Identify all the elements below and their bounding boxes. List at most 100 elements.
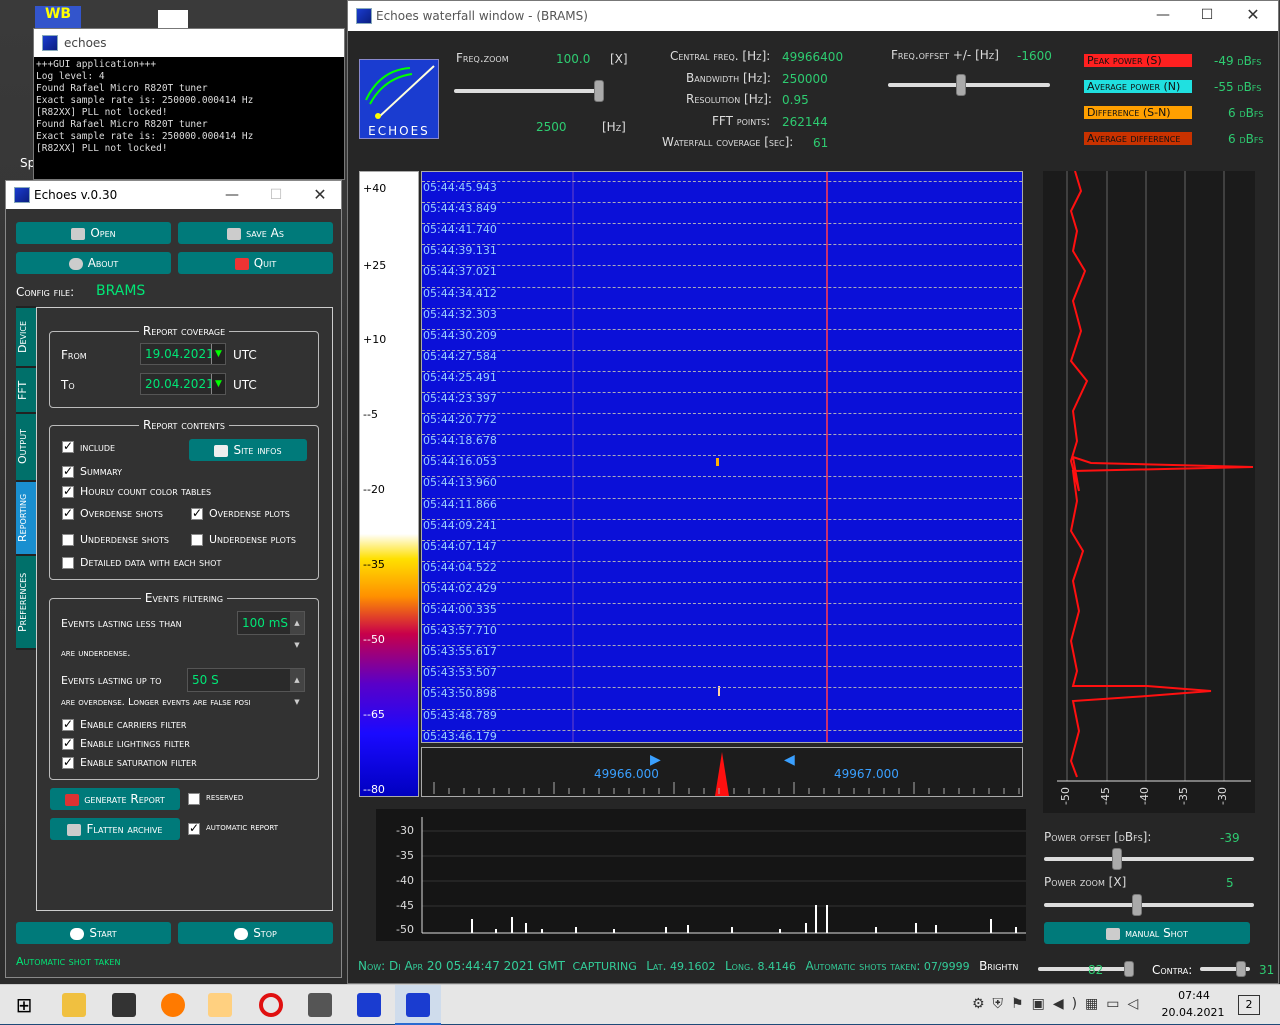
system-tray-icons[interactable]: ⚙⛨⚑▣◀)▦▭◁ [972, 996, 1146, 1012]
include-checkbox[interactable] [62, 439, 74, 453]
hourly-checkbox[interactable] [62, 484, 74, 498]
reserved-checkbox[interactable] [188, 793, 200, 805]
ruler-label: 49967.000 [834, 767, 899, 781]
underdense-plots-checkbox[interactable] [191, 534, 203, 546]
underdense-shots-checkbox[interactable] [62, 534, 74, 546]
waterfall-display[interactable]: 05:44:45.943 05:44:43.849 05:44:41.740 05:4… [421, 171, 1023, 743]
file-explorer-icon[interactable] [62, 993, 86, 1017]
store-icon[interactable] [112, 993, 136, 1017]
chevron-down-icon[interactable]: ▼ [211, 344, 225, 364]
firefox-icon[interactable] [161, 993, 185, 1017]
waterfall-row: 05:44:27.584 [422, 349, 1022, 363]
overdense-shots-checkbox[interactable] [62, 506, 74, 520]
echoes-task-active[interactable] [395, 985, 441, 1025]
power-zoom-slider[interactable] [1044, 894, 1254, 916]
minimize-button[interactable]: — [1143, 1, 1183, 29]
overdense-plots-checkbox[interactable] [191, 506, 203, 520]
hourly-label: Hourly count color tables [80, 485, 212, 498]
power-axis-label: -30 [1216, 787, 1229, 805]
site-infos-button[interactable]: Site infos [189, 439, 307, 461]
opera-icon[interactable] [259, 993, 283, 1017]
tab-output[interactable]: Output [16, 414, 36, 480]
contrast-slider[interactable] [1200, 961, 1250, 977]
brightness-knob[interactable] [1124, 961, 1134, 977]
waterfall-row: 05:44:45.943 [422, 181, 1022, 194]
automatic-report-label: automatic report [206, 822, 279, 833]
tab-preferences[interactable]: Preferences [16, 556, 36, 648]
carriers-label: Enable carriers filter [80, 718, 187, 731]
timestamp-label: 05:44:02.429 [423, 581, 497, 595]
status-now: Now: Di Apr 20 05:44:47 2021 GMT [358, 959, 565, 973]
detailed-checkbox[interactable] [62, 557, 74, 569]
chevron-down-icon[interactable]: ▼ [211, 374, 225, 394]
timestamp-label: 05:44:43.849 [423, 202, 497, 216]
timestamp-label: 05:44:04.522 [423, 560, 497, 574]
freq-offset-slider[interactable] [888, 74, 1050, 96]
console-titlebar[interactable]: echoes [34, 29, 344, 57]
console-log: +++GUI application+++ Log level: 4 Found… [36, 59, 254, 154]
summary-checkbox[interactable] [62, 464, 74, 478]
snipping-tool-icon[interactable] [308, 993, 332, 1017]
left-marker-icon[interactable]: ▶ [650, 752, 661, 768]
spin-icon[interactable]: ▲ ▼ [290, 612, 304, 649]
lightings-checkbox[interactable] [62, 736, 74, 750]
clock-time[interactable]: 07:44 [1164, 989, 1224, 1002]
minimize-button[interactable]: — [212, 181, 252, 209]
maximize-button[interactable]: ☐ [256, 181, 296, 209]
start-button[interactable]: Start [16, 922, 171, 944]
waterfall-titlebar[interactable]: Echoes waterfall window - (BRAMS) — ☐ ✕ [348, 1, 1278, 31]
maximize-button[interactable]: ☐ [1187, 1, 1227, 29]
spec-axis-label: -45 [396, 899, 414, 912]
generate-report-button[interactable]: generate Report [50, 788, 180, 810]
bandwidth-zoom-value: 2500 [536, 120, 567, 134]
desktop-icon-wb[interactable]: WB [35, 6, 81, 28]
flatten-archive-button[interactable]: Flatten archive [50, 818, 180, 840]
freq-offset-knob[interactable] [956, 74, 966, 96]
color-scale: +40 +25 +10 --5 --20 --35 --50 --65 --80 [359, 171, 419, 797]
timestamp-label: 05:44:37.021 [423, 265, 497, 279]
close-button[interactable]: ✕ [1233, 1, 1273, 29]
windows-start-icon[interactable]: ⊞ [12, 993, 36, 1017]
freq-zoom-slider[interactable] [454, 80, 604, 102]
timestamp-label: 05:44:25.491 [423, 370, 497, 384]
to-date-input[interactable]: 20.04.2021 ▼ [140, 373, 226, 395]
power-zoom-knob[interactable] [1132, 894, 1142, 916]
tab-device[interactable]: Device [16, 308, 36, 366]
events-upto-input[interactable]: 50 S ▲ ▼ [187, 668, 305, 706]
echoes-console-task-icon[interactable] [357, 993, 381, 1017]
about-button[interactable]: About [16, 252, 171, 274]
brightness-slider[interactable] [1038, 961, 1134, 977]
bandwidth-zoom-unit: [Hz] [602, 120, 626, 134]
freq-zoom-knob[interactable] [594, 80, 604, 102]
power-offset-slider[interactable] [1044, 848, 1254, 870]
timestamp-label: 05:44:39.131 [423, 244, 497, 258]
frequency-ruler[interactable]: ▶ ◀ 49966.000 49967.000 [421, 747, 1023, 797]
main-status-text: Automatic shot taken [16, 955, 121, 968]
open-button[interactable]: Open [16, 222, 171, 244]
resolution-value: 0.95 [782, 93, 809, 107]
main-titlebar[interactable]: Echoes v.0.30 — ☐ ✕ [6, 181, 341, 209]
stop-button[interactable]: Stop [178, 922, 333, 944]
quit-button[interactable]: Quit [178, 252, 333, 274]
tab-reporting[interactable]: Reporting [16, 482, 36, 554]
from-date-input[interactable]: 19.04.2021 ▼ [140, 343, 226, 365]
tab-fft[interactable]: FFT [16, 368, 36, 412]
spin-icon[interactable]: ▲ ▼ [290, 669, 304, 706]
saturation-checkbox[interactable] [62, 755, 74, 769]
clock-date[interactable]: 20.04.2021 [1160, 1006, 1226, 1019]
save-as-button[interactable]: save As [178, 222, 333, 244]
automatic-report-checkbox[interactable] [188, 821, 200, 835]
power-offset-knob[interactable] [1112, 848, 1122, 870]
power-offset-label: Power offset [dBfs]: [1044, 830, 1152, 844]
antenna-icon [365, 65, 435, 119]
right-marker-icon[interactable]: ◀ [784, 752, 795, 768]
difference-value: 6 dBfs [1228, 106, 1264, 120]
contrast-knob[interactable] [1236, 961, 1246, 977]
lightings-label: Enable lightings filter [80, 737, 190, 750]
manual-shot-button[interactable]: manual Shot [1044, 922, 1250, 944]
carriers-checkbox[interactable] [62, 717, 74, 731]
notification-center-icon[interactable]: 2 [1238, 995, 1260, 1015]
close-button[interactable]: ✕ [300, 181, 340, 209]
media-player-icon[interactable] [208, 993, 232, 1017]
events-less-input[interactable]: 100 mS ▲ ▼ [237, 611, 305, 649]
